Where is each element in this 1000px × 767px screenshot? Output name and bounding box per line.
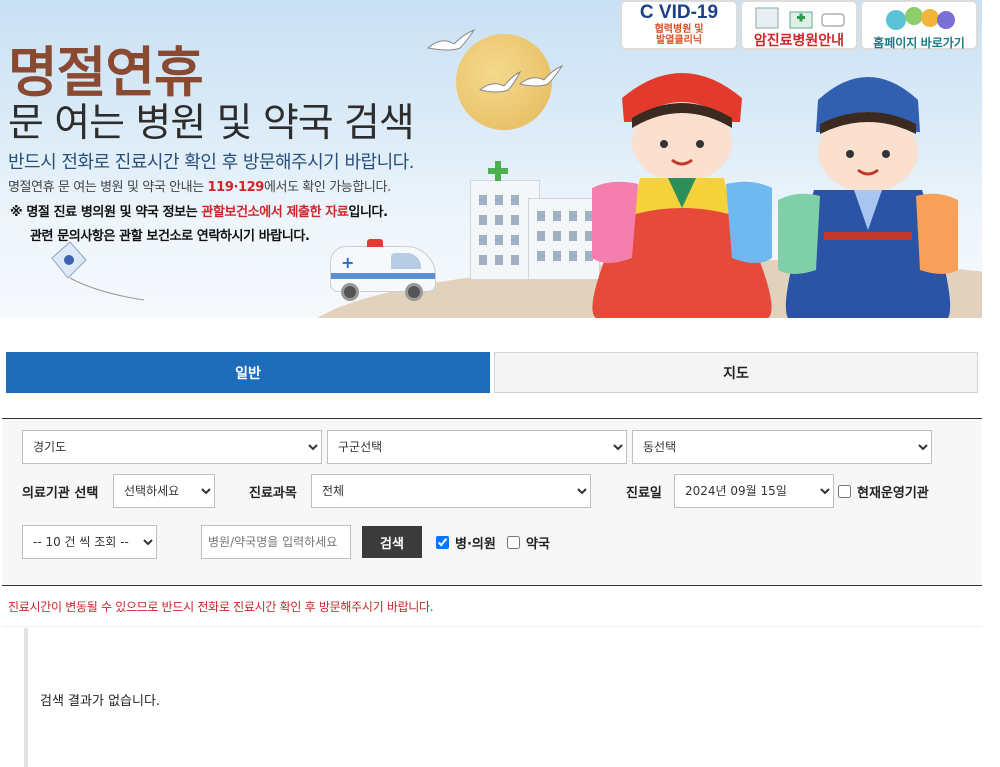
- girl-hanbok-illustration: [592, 73, 772, 318]
- notice-text: 진료시간이 변동될 수 있으므로 반드시 전화로 진료시간 확인 후 방문해주시…: [8, 600, 434, 614]
- banner-line-source: ※ 명절 진료 병의원 및 약국 정보는 관할보건소에서 제출한 자료입니다.: [10, 205, 388, 220]
- cranes-illustration: [426, 28, 564, 93]
- banner-line-call-first: 반드시 전화로 진료시간 확인 후 방문해주시기 바랍니다.: [8, 152, 414, 173]
- covid-clinic-button[interactable]: C VID-19 협력병원 및 발열클리닉: [620, 0, 738, 50]
- date-select[interactable]: 2024년 09월 15일: [674, 474, 834, 508]
- divider: [2, 626, 982, 627]
- boy-hanbok-illustration: [778, 77, 958, 318]
- tab-map[interactable]: 지도: [494, 352, 978, 393]
- hospital-icon: [755, 7, 845, 29]
- district-select[interactable]: 구군선택: [327, 430, 627, 464]
- kite-illustration: [51, 241, 145, 301]
- hospital-checkbox[interactable]: 병·의원: [436, 533, 496, 552]
- tab-general[interactable]: 일반: [6, 352, 490, 393]
- top-quick-links: C VID-19 협력병원 및 발열클리닉 암진료병원안내 홈페이지 바로가기: [620, 0, 978, 50]
- search-button[interactable]: 검색: [362, 526, 422, 558]
- hero-banner: + 명절연휴 문 여는 병원 및 약국 검색 반드시 전화로 진료시간 확인 후…: [0, 0, 982, 318]
- department-select[interactable]: 전체: [311, 474, 591, 508]
- banner-line-119: 명절연휴 문 여는 병원 및 약국 안내는 119·129에서도 확인 가능합니…: [8, 180, 391, 195]
- province-select[interactable]: 경기도: [22, 430, 322, 464]
- search-form: 경기도 구군선택 동선택 의료기관 선택 선택하세요 진료과목 전체 진료일 2…: [2, 418, 982, 586]
- institution-select[interactable]: 선택하세요: [113, 474, 215, 508]
- dong-select[interactable]: 동선택: [632, 430, 932, 464]
- green-cross-icon: [488, 161, 508, 181]
- pharmacy-checkbox[interactable]: 약국: [507, 533, 550, 552]
- view-tabs: 일반 지도: [6, 352, 978, 393]
- operating-now-check[interactable]: [838, 485, 851, 498]
- operating-now-checkbox[interactable]: 현재운영기관: [838, 482, 929, 501]
- result-panel: 검색 결과가 없습니다.: [24, 628, 982, 767]
- banner-subtitle: 문 여는 병원 및 약국 검색: [8, 101, 415, 146]
- hospital-check[interactable]: [436, 536, 449, 549]
- institution-label: 의료기관 선택: [22, 486, 99, 501]
- empty-result-text: 검색 결과가 없습니다.: [40, 694, 161, 709]
- department-label: 진료과목: [249, 486, 297, 501]
- banner-line-inquiry: 관련 문의사항은 관할 보건소로 연락하시기 바랍니다.: [30, 229, 310, 244]
- pharmacy-check[interactable]: [507, 536, 520, 549]
- page-size-select[interactable]: -- 10 건 씩 조회 --: [22, 525, 157, 559]
- cancer-hospital-button[interactable]: 암진료병원안내: [740, 0, 858, 50]
- name-search-input[interactable]: [201, 525, 351, 559]
- ambulance-illustration: +: [330, 239, 436, 301]
- egen-logo-icon: [886, 7, 955, 30]
- date-label: 진료일: [626, 486, 662, 501]
- homepage-link-button[interactable]: 홈페이지 바로가기: [860, 0, 978, 50]
